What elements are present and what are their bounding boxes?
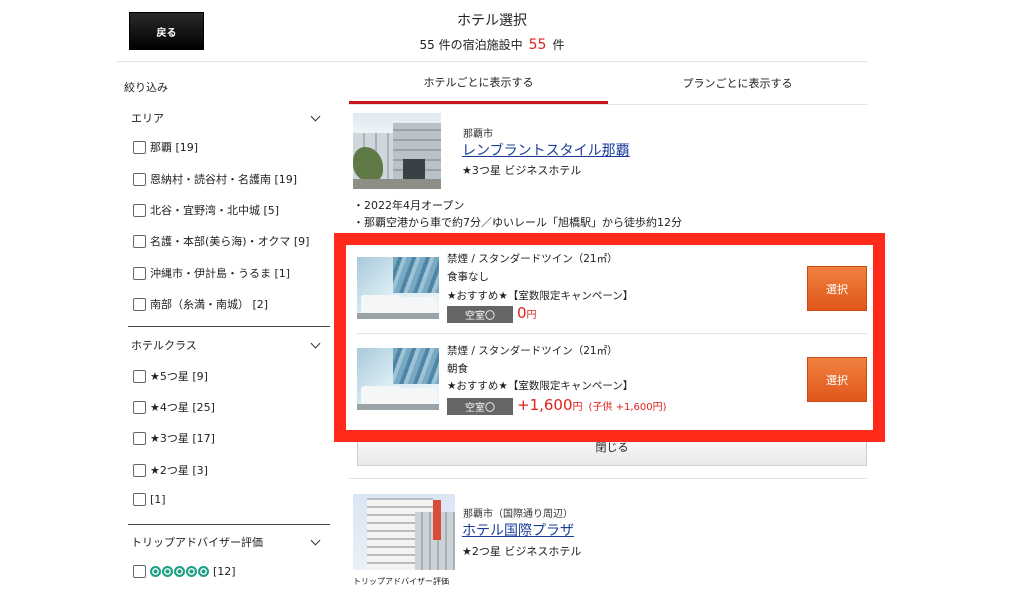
count-value: 55 (528, 37, 547, 53)
chevron-down-icon (310, 111, 321, 121)
filter-class-none[interactable]: [1] (133, 493, 166, 506)
facet-divider (128, 326, 330, 327)
hotel-area: 那覇市 (463, 129, 493, 140)
filter-area-naha[interactable]: 那覇 [19] (133, 139, 198, 155)
filter-label: 恩納村・読谷村・名護南 [19] (150, 173, 298, 186)
filter-label: [1] (150, 493, 166, 506)
facet-divider (128, 524, 330, 525)
filter-area-onna[interactable]: 恩納村・読谷村・名護南 [19] (133, 171, 297, 187)
page-title: ホテル選択 (457, 13, 527, 29)
filter-area-nago[interactable]: 名護・本部(美ら海)・オクマ [9] (133, 233, 309, 249)
filter-class-2star[interactable]: ★2つ星 [3] (133, 462, 208, 478)
facet-hotel-class-toggle[interactable]: ホテルクラス (131, 337, 327, 353)
hotel-area: 那覇市（国際通り周辺） (463, 509, 573, 520)
checkbox[interactable] (133, 234, 146, 248)
filter-title: 絞り込み (124, 81, 168, 94)
tab-by-plan[interactable]: プランごとに表示する (608, 62, 867, 104)
tab-divider (349, 104, 867, 105)
checkbox[interactable] (133, 463, 146, 477)
filter-label: ★3つ星 [17] (150, 432, 215, 445)
hotel-feature: ・2022年4月オープン (353, 199, 465, 212)
hotel-photo[interactable] (353, 494, 455, 570)
checkbox[interactable] (133, 431, 146, 445)
checkbox[interactable] (133, 493, 146, 506)
filter-label: 那覇 [19] (150, 141, 199, 154)
tab-by-hotel[interactable]: ホテルごとに表示する (349, 62, 608, 104)
filter-tripadvisor-5[interactable]: [12] (133, 565, 236, 578)
filter-label: 名護・本部(美ら海)・オクマ [9] (150, 235, 310, 248)
filter-label: 沖縄市・伊計島・うるま [1] (150, 267, 291, 280)
filter-class-5star[interactable]: ★5つ星 [9] (133, 368, 208, 384)
filter-area-nanbu[interactable]: 南部（糸満・南城） [2] (133, 296, 268, 312)
checkbox[interactable] (133, 140, 146, 154)
checkbox[interactable] (133, 565, 146, 578)
tripadvisor-label: トリップアドバイザー評価 (353, 577, 449, 586)
hotel-name-link[interactable]: ホテル国際プラザ (462, 520, 574, 540)
checkbox[interactable] (133, 172, 146, 186)
filter-label: ★4つ星 [25] (150, 401, 215, 414)
checkbox[interactable] (133, 203, 146, 217)
checkbox[interactable] (133, 400, 146, 414)
filter-label: 南部（糸満・南城） [2] (150, 298, 269, 311)
facet-tripadvisor-toggle[interactable]: トリップアドバイザー評価 (131, 534, 327, 550)
chevron-down-icon (310, 535, 321, 545)
close-plans-button[interactable]: 閉じる (357, 441, 867, 466)
filter-label: ★5つ星 [9] (150, 370, 208, 383)
hotel-photo[interactable] (353, 113, 441, 189)
filter-label: ★2つ星 [3] (150, 464, 208, 477)
hotel-divider (349, 478, 867, 479)
hotel-feature: ・那覇空港から車で約7分／ゆいレール「旭橋駅」から徒歩約12分 (353, 216, 682, 229)
filter-area-okinawa-city[interactable]: 沖縄市・伊計島・うるま [1] (133, 265, 290, 281)
filter-label: [12] (213, 565, 236, 578)
hotel-name-link[interactable]: レンブラントスタイル那覇 (462, 140, 630, 160)
facet-area-toggle[interactable]: エリア (131, 110, 327, 126)
filter-label: 北谷・宜野湾・北中城 [5] (150, 204, 280, 217)
checkbox[interactable] (133, 369, 146, 383)
hotel-class: ★3つ星 ビジネスホテル (462, 164, 582, 177)
facet-area-label: エリア (131, 112, 164, 125)
chevron-down-icon (310, 338, 321, 348)
facet-tripadvisor-label: トリップアドバイザー評価 (131, 536, 263, 549)
tripadvisor-rating-icon (150, 566, 209, 577)
highlight-box (334, 233, 885, 442)
filter-class-3star[interactable]: ★3つ星 [17] (133, 430, 215, 446)
count-prefix: 55 件の宿泊施設中 (419, 38, 523, 52)
hotel-class: ★2つ星 ビジネスホテル (462, 545, 582, 558)
checkbox[interactable] (133, 297, 146, 311)
checkbox[interactable] (133, 266, 146, 280)
facet-hotel-class-label: ホテルクラス (131, 339, 197, 352)
filter-area-chatan[interactable]: 北谷・宜野湾・北中城 [5] (133, 202, 279, 218)
close-label: 閉じる (595, 441, 629, 454)
result-count: 55 件の宿泊施設中 55 件 (0, 36, 984, 53)
filter-class-4star[interactable]: ★4つ星 [25] (133, 399, 215, 415)
count-suffix: 件 (552, 38, 565, 52)
